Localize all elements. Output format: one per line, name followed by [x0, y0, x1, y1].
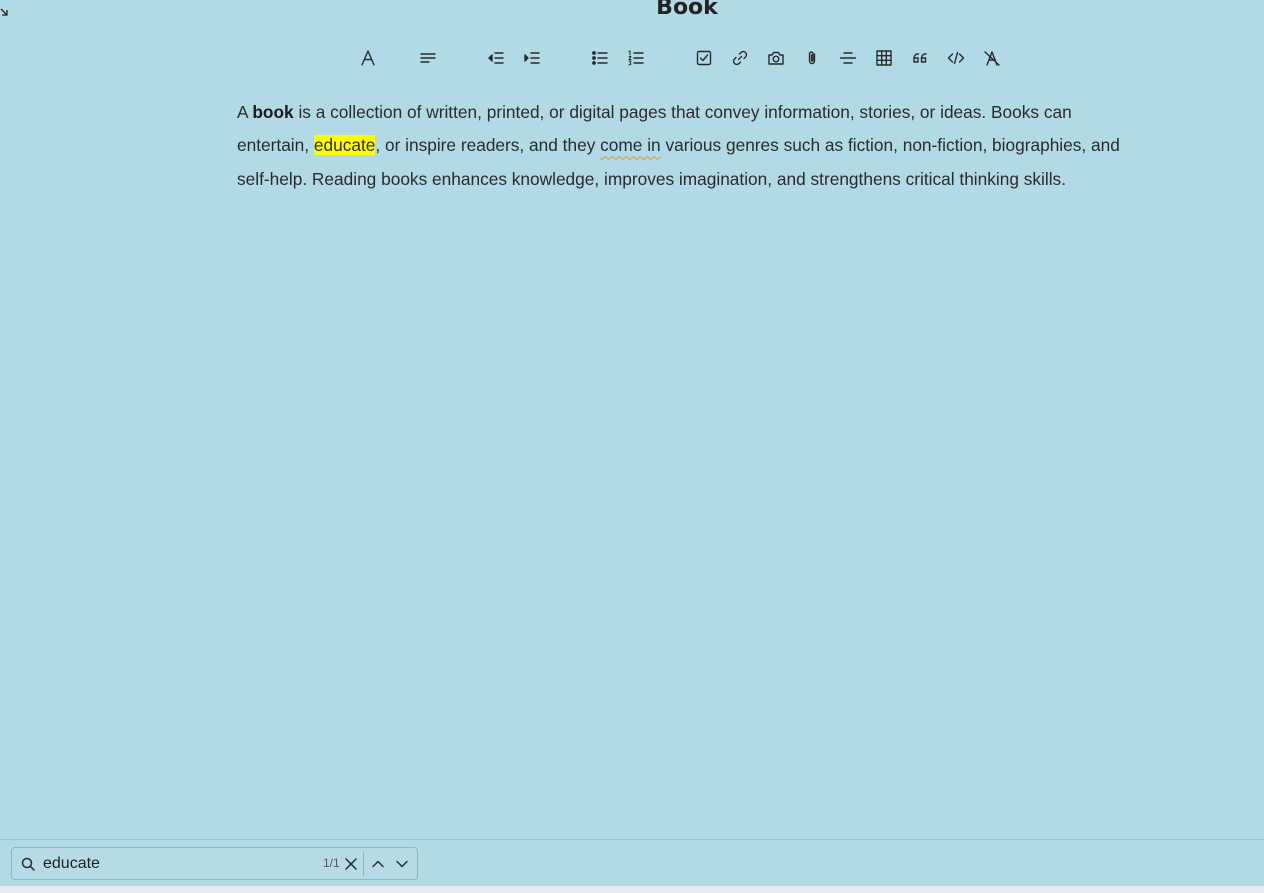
clear-formatting-icon — [984, 51, 1000, 66]
align-icon — [420, 53, 436, 63]
outdent-icon — [488, 52, 504, 64]
horizontal-rule-icon — [839, 52, 857, 64]
attachment-button[interactable] — [802, 48, 822, 68]
clear-formatting-button[interactable] — [982, 48, 1002, 68]
divider — [363, 852, 364, 876]
checklist-icon — [696, 50, 712, 66]
spelling-flagged-phrase[interactable]: come in — [600, 135, 661, 155]
clear-search-icon[interactable] — [343, 856, 359, 872]
search-icon — [21, 857, 35, 871]
bold-word: book — [252, 102, 294, 122]
bulleted-list-button[interactable] — [590, 48, 610, 68]
next-match-icon[interactable] — [394, 856, 410, 872]
checklist-button[interactable] — [694, 48, 714, 68]
find-field: 1/1 — [11, 847, 418, 880]
quote-button[interactable] — [910, 48, 930, 68]
bottom-edge — [0, 886, 1264, 893]
numbered-list-icon — [628, 50, 644, 66]
search-match-highlight: educate — [313, 135, 376, 156]
text-style-icon — [361, 50, 375, 66]
camera-icon — [768, 51, 784, 65]
note-body[interactable]: A book is a collection of written, print… — [237, 96, 1127, 196]
table-button[interactable] — [874, 48, 894, 68]
find-input[interactable] — [43, 852, 313, 876]
align-button[interactable] — [418, 48, 438, 68]
code-icon — [947, 51, 965, 65]
body-text: , or inspire readers, and they — [375, 135, 601, 156]
text-style-button[interactable] — [358, 48, 378, 68]
camera-button[interactable] — [766, 48, 786, 68]
attachment-icon — [808, 51, 816, 65]
note-title: Book — [656, 0, 718, 20]
match-count: 1/1 — [323, 856, 340, 870]
link-icon — [732, 50, 748, 66]
find-bar: 1/1 — [0, 839, 1264, 888]
indent-icon — [524, 52, 540, 64]
previous-match-icon[interactable] — [370, 856, 386, 872]
indent-button[interactable] — [522, 48, 542, 68]
table-icon — [876, 50, 892, 66]
horizontal-rule-button[interactable] — [838, 48, 858, 68]
code-button[interactable] — [946, 48, 966, 68]
outdent-button[interactable] — [486, 48, 506, 68]
formatting-toolbar — [0, 44, 1264, 72]
numbered-list-button[interactable] — [626, 48, 646, 68]
bulleted-list-icon — [592, 51, 608, 65]
link-button[interactable] — [730, 48, 750, 68]
body-text: A — [237, 102, 253, 122]
quote-icon — [913, 53, 927, 63]
